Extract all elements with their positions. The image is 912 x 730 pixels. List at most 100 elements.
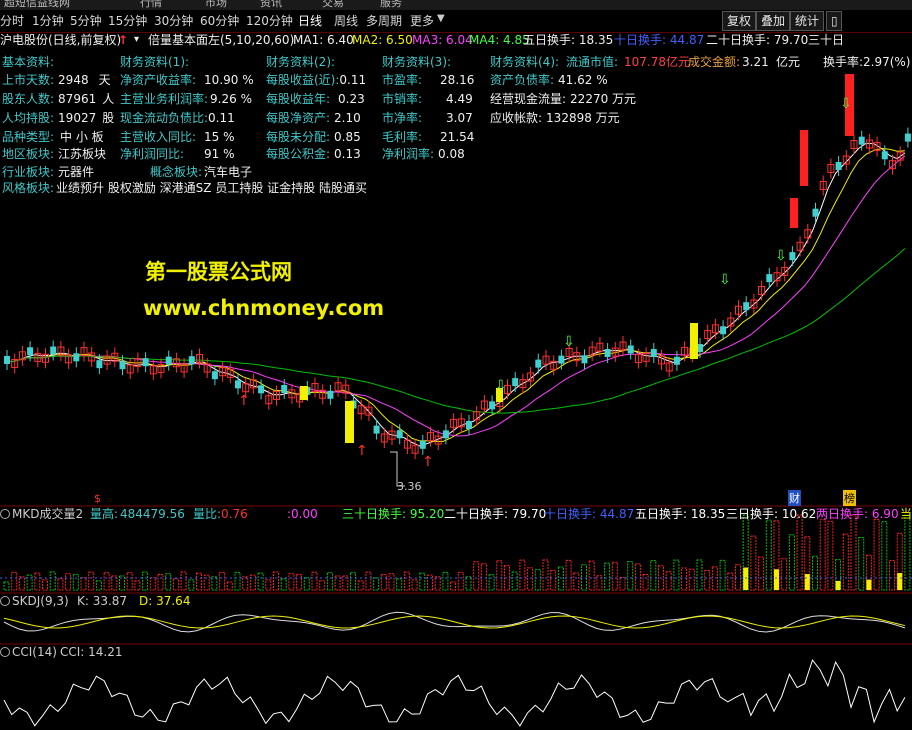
fund-row: 市盈率: 28.16	[382, 73, 475, 87]
volume-bar	[157, 573, 164, 591]
signal-arrow-icon: ⇩	[775, 248, 787, 264]
finance3-title: 财务资料(3):	[382, 55, 452, 69]
event-marker-list[interactable]: 榜	[843, 490, 856, 506]
style-board-row: 风格板块: 业绩预升 股权激励 深港通SZ 员工持股 证金持股 陆股通买	[2, 181, 367, 195]
fund-row: 市净率: 3.07	[382, 111, 473, 125]
fund-row: 现金流动负债比:0.11	[120, 111, 235, 125]
volume-bar	[604, 562, 611, 591]
volume-bar	[280, 578, 287, 591]
volume-bar	[249, 574, 256, 591]
volume-bar	[812, 555, 818, 591]
cci-value: CCI: 14.21	[60, 645, 123, 659]
highlight-candle	[790, 198, 798, 228]
candle-body	[627, 345, 634, 354]
highlight-candle	[345, 401, 354, 443]
volume-bar	[565, 559, 572, 591]
volume-bar	[496, 560, 503, 591]
fund-row: 每股公积金: 0.13	[266, 147, 361, 161]
volume-bar	[665, 571, 672, 591]
candle-body	[419, 440, 426, 449]
volume-bar	[719, 559, 726, 591]
ratio-value: 0.76	[221, 507, 248, 521]
volume-bar-highlight	[774, 569, 779, 590]
volume-bar	[126, 572, 133, 591]
candle-body	[466, 420, 472, 429]
volume-bar	[296, 573, 303, 591]
volume-bar	[3, 581, 10, 591]
fund-row: 应收帐款: 132898 万元	[490, 111, 620, 125]
candle-body	[535, 359, 542, 368]
signal-arrow-icon: ↑	[422, 454, 434, 470]
turnover-5d-vol: 五日换手: 18.35	[635, 507, 726, 521]
volume-bar	[457, 571, 464, 591]
candle-body	[281, 385, 288, 394]
candle-body	[858, 136, 865, 145]
fund-row: 人均持股: 19027 股	[2, 111, 115, 125]
volume-bar	[619, 576, 626, 591]
volume-bar	[434, 576, 441, 591]
fund-row: 品种类型: 中 小 板	[2, 130, 104, 144]
volume-bar	[450, 581, 457, 591]
candle-body	[650, 349, 657, 358]
volume-bar	[26, 574, 33, 591]
volume-bar	[142, 571, 149, 591]
signal-arrow-icon: ↑	[356, 443, 368, 459]
volume-bar	[242, 576, 249, 591]
volume-bar	[673, 559, 680, 591]
volume-bar	[72, 573, 79, 591]
volume-bar	[403, 571, 410, 591]
volume-bar	[18, 576, 25, 591]
finance4-title: 财务资料(4):	[490, 55, 560, 69]
signal-arrow-icon: ⇩	[563, 334, 575, 350]
volume-bar	[11, 571, 18, 591]
volume-bar	[889, 560, 895, 591]
volume-bar-highlight	[743, 567, 749, 590]
volume-bar	[688, 568, 695, 591]
candle-body	[165, 356, 172, 365]
volume-bar	[357, 580, 364, 591]
volume-bar	[750, 535, 757, 591]
turnover-30d-vol: 三十日换手: 95.20	[342, 507, 445, 521]
skdj-k-value: K: 33.87	[77, 594, 128, 608]
vol-value: 484479.56	[120, 507, 185, 521]
volume-bar	[57, 578, 64, 591]
highlight-candle	[300, 386, 308, 400]
fund-row: 经营现金流量: 22270 万元	[490, 92, 637, 106]
volume-bar	[827, 520, 834, 591]
volume-bar	[727, 572, 734, 591]
volume-bar	[419, 572, 426, 591]
highlight-candle	[800, 130, 808, 186]
event-marker-finance[interactable]: 财	[788, 490, 801, 506]
skdj-indicator-name[interactable]: SKDJ(9,3)	[12, 594, 69, 609]
volume-bar	[634, 563, 641, 591]
cci-indicator-name[interactable]: CCI(14)	[12, 645, 57, 660]
volume-bar	[42, 579, 48, 591]
fund-row: 每股收益(近):0.11	[266, 73, 367, 87]
volume-indicator-name[interactable]: MKD成交量2	[12, 507, 83, 522]
turnover-rate: 2.97(%)	[863, 55, 911, 69]
candle-body	[789, 252, 796, 261]
fund-row: 主营收入同比: 15 %	[120, 130, 235, 144]
fund-row: 股东人数: 87961 人	[2, 92, 115, 106]
basic-info-title: 基本资料:	[2, 55, 55, 69]
volume-bar	[473, 561, 480, 591]
candle-body	[396, 430, 403, 439]
volume-bar	[650, 560, 657, 591]
volume-bar	[735, 564, 741, 591]
candle-body	[766, 274, 773, 283]
volume-bar	[873, 518, 880, 591]
volume-bar	[149, 577, 156, 591]
candle-body	[743, 302, 750, 311]
volume-bar	[904, 514, 911, 591]
volume-bar	[303, 577, 310, 591]
volume-bar	[49, 571, 56, 591]
candle-body	[581, 355, 588, 364]
fund-row: 行业板块: 元器件	[2, 165, 95, 179]
turnover-3d-vol: 三日换手: 10.62	[726, 507, 817, 521]
volume-bar	[196, 572, 202, 591]
candle-body	[558, 355, 565, 364]
volume-bar	[95, 580, 102, 591]
volume-bar	[850, 514, 857, 591]
candle-body	[119, 361, 126, 370]
event-marker-s[interactable]: $	[94, 492, 101, 505]
